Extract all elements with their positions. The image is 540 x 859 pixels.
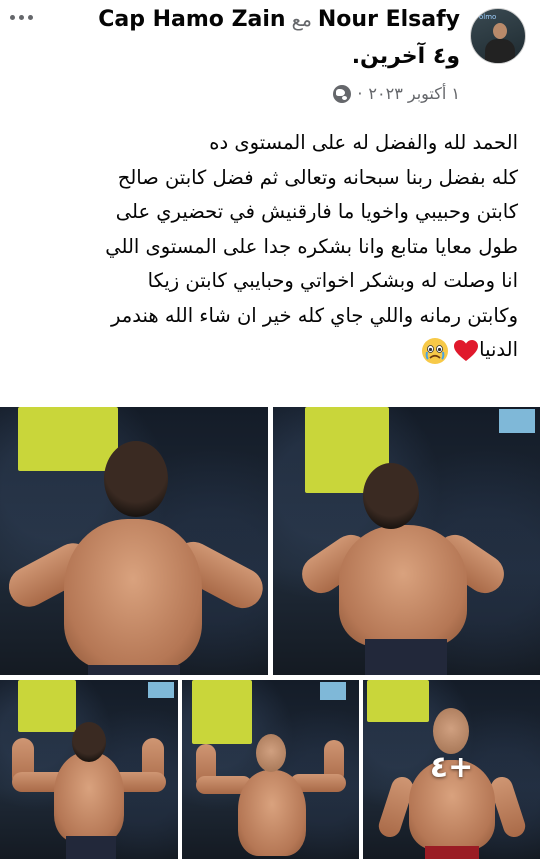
- photo-torso: [339, 525, 467, 647]
- post-text-line: الدنيا: [479, 338, 518, 361]
- more-dot: [10, 14, 15, 20]
- photo-sticker: [148, 682, 174, 698]
- avatar-head: [493, 23, 507, 39]
- photo-shorts: [66, 836, 116, 859]
- with-word: مع: [291, 9, 312, 31]
- post-photo-3[interactable]: [0, 680, 178, 859]
- meta-separator: ·: [357, 84, 363, 103]
- avatar-tag: olmo: [479, 13, 497, 21]
- photo-torso: [64, 519, 202, 669]
- post-photo-2[interactable]: [273, 407, 540, 675]
- crying-face-icon: [422, 337, 449, 364]
- photo-shorts: [88, 665, 180, 675]
- post-text-line: كابتن وحبيبي واخويا ما فارقنيش في تحضيري…: [115, 200, 518, 223]
- photo-head: [104, 441, 168, 517]
- photo-towel: [367, 680, 429, 722]
- post-photo-5[interactable]: ٤+: [363, 680, 540, 859]
- post-photo-4[interactable]: [182, 680, 359, 859]
- post-date-link[interactable]: ١ أكتوبر ٢٠٢٣: [368, 84, 460, 103]
- photo-shorts: [365, 639, 447, 675]
- post-author-line: Nour Elsafy مع Cap Hamo Zain: [20, 5, 460, 35]
- post-text-line: وكابتن رمانه واللي جاي كله خير ان شاء ال…: [111, 303, 518, 327]
- post-text-line: كله بفضل ربنا سبحانه وتعالى ثم فضل كابتن…: [117, 165, 518, 189]
- heart-icon: [454, 339, 479, 361]
- photo-torso: [54, 752, 124, 842]
- photo-towel: [18, 407, 118, 471]
- photo-towel: [18, 680, 76, 732]
- photo-torso: [238, 770, 306, 856]
- photo-sticker: [499, 409, 535, 433]
- avatar-body: [485, 39, 515, 63]
- photo-face: [433, 708, 469, 754]
- post-text-line: انا وصلت له وبشكر اخواتي وحبايبي كابتن ز…: [147, 269, 518, 292]
- photo-head: [72, 722, 106, 762]
- more-photos-count[interactable]: ٤+: [363, 750, 540, 785]
- tagged-others-link[interactable]: و٤ آخرين.: [352, 42, 460, 72]
- post-text-line: الحمد لله والفضل له على المستوى ده: [209, 131, 518, 154]
- post-body: الحمد لله والفضل له على المستوى ده كله ب…: [18, 126, 518, 368]
- photo-towel: [192, 680, 252, 744]
- author-avatar[interactable]: olmo: [470, 8, 526, 64]
- emoji-row: [421, 337, 479, 365]
- tagged-user-link[interactable]: Cap Hamo Zain: [98, 7, 285, 32]
- photo-face: [256, 734, 286, 772]
- post-meta: ١ أكتوبر ٢٠٢٣ ·: [333, 84, 460, 103]
- post-photo-1[interactable]: [0, 407, 268, 675]
- photo-sticker: [320, 682, 346, 700]
- post-text-last-line: الدنيا: [18, 333, 518, 368]
- post-text-line: طول معايا متابع وانا بشكره جدا على المست…: [105, 234, 518, 258]
- globe-icon[interactable]: [333, 84, 352, 103]
- photo-shorts: [425, 846, 479, 859]
- author-name-link[interactable]: Nour Elsafy: [318, 7, 460, 32]
- photo-head: [363, 463, 419, 529]
